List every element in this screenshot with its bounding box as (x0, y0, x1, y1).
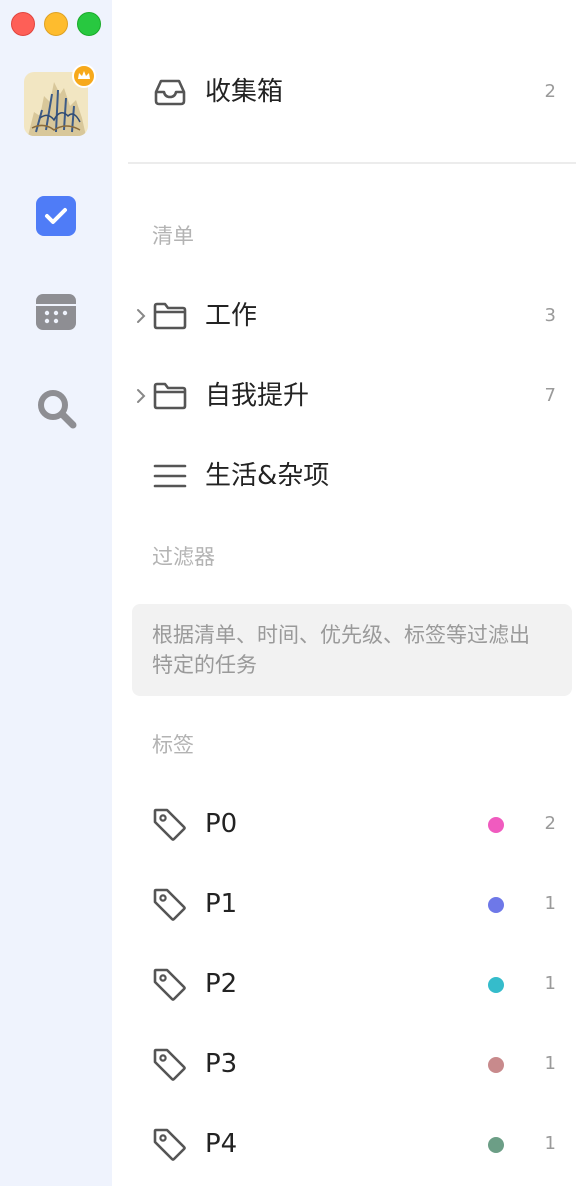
tag-count: 2 (544, 813, 556, 834)
tag-item-p3[interactable]: P3 1 (128, 1034, 576, 1094)
list-item-count: 7 (544, 385, 556, 406)
tag-count: 1 (544, 893, 556, 914)
chevron-right-icon[interactable] (134, 306, 148, 326)
list-item-work[interactable]: 工作 3 (128, 286, 576, 346)
tag-item-p4[interactable]: P4 1 (128, 1114, 576, 1174)
tag-count: 1 (544, 1133, 556, 1154)
folder-icon (152, 380, 188, 412)
filters-hint-text: 根据清单、时间、优先级、标签等过滤出特定的任务 (152, 623, 530, 677)
tasks-checkbox-icon[interactable] (36, 196, 76, 236)
tag-label: P0 (205, 809, 238, 839)
crown-icon (72, 64, 96, 88)
tag-color-dot (488, 897, 504, 913)
search-icon[interactable] (36, 388, 77, 429)
tags-section-title: 标签 (152, 733, 194, 757)
list-icon (152, 460, 188, 492)
list-item-count: 3 (544, 305, 556, 326)
lists-section-title: 清单 (152, 224, 194, 248)
list-item-label: 自我提升 (205, 381, 310, 411)
list-item-label: 生活&杂项 (205, 461, 330, 491)
folder-icon (152, 300, 188, 332)
tag-icon (152, 888, 188, 921)
window-close-button[interactable] (11, 12, 35, 36)
inbox-icon (152, 76, 188, 108)
tag-color-dot (488, 1057, 504, 1073)
tag-label: P4 (205, 1129, 238, 1159)
inbox-count: 2 (544, 81, 556, 102)
inbox-label: 收集箱 (205, 77, 284, 107)
tag-icon (152, 808, 188, 841)
lists-panel: 收集箱 2 清单 工作 3 自我提升 7 生活&杂项 过滤器 根据清单、时间、优… (112, 0, 576, 1186)
tag-color-dot (488, 817, 504, 833)
filters-section-title: 过滤器 (152, 545, 215, 569)
tag-icon (152, 968, 188, 1001)
sidebar-rail (0, 0, 112, 1186)
tag-color-dot (488, 1137, 504, 1153)
tag-label: P3 (205, 1049, 238, 1079)
tag-count: 1 (544, 973, 556, 994)
divider (128, 162, 576, 164)
list-item-label: 工作 (205, 301, 258, 331)
chevron-right-icon[interactable] (134, 386, 148, 406)
tag-icon (152, 1048, 188, 1081)
inbox-row[interactable]: 收集箱 2 (128, 62, 576, 122)
tag-label: P2 (205, 969, 238, 999)
list-item-life-misc[interactable]: 生活&杂项 (128, 446, 576, 506)
tag-item-p0[interactable]: P0 2 (128, 794, 576, 854)
tag-item-p2[interactable]: P2 1 (128, 954, 576, 1014)
calendar-icon[interactable] (36, 292, 76, 332)
tag-icon (152, 1128, 188, 1161)
tag-color-dot (488, 977, 504, 993)
list-item-self-improvement[interactable]: 自我提升 7 (128, 366, 576, 426)
tag-count: 1 (544, 1053, 556, 1074)
window-minimize-button[interactable] (44, 12, 68, 36)
filters-hint-box[interactable]: 根据清单、时间、优先级、标签等过滤出特定的任务 (132, 604, 572, 696)
tag-label: P1 (205, 889, 238, 919)
tag-item-p1[interactable]: P1 1 (128, 874, 576, 934)
window-zoom-button[interactable] (77, 12, 101, 36)
